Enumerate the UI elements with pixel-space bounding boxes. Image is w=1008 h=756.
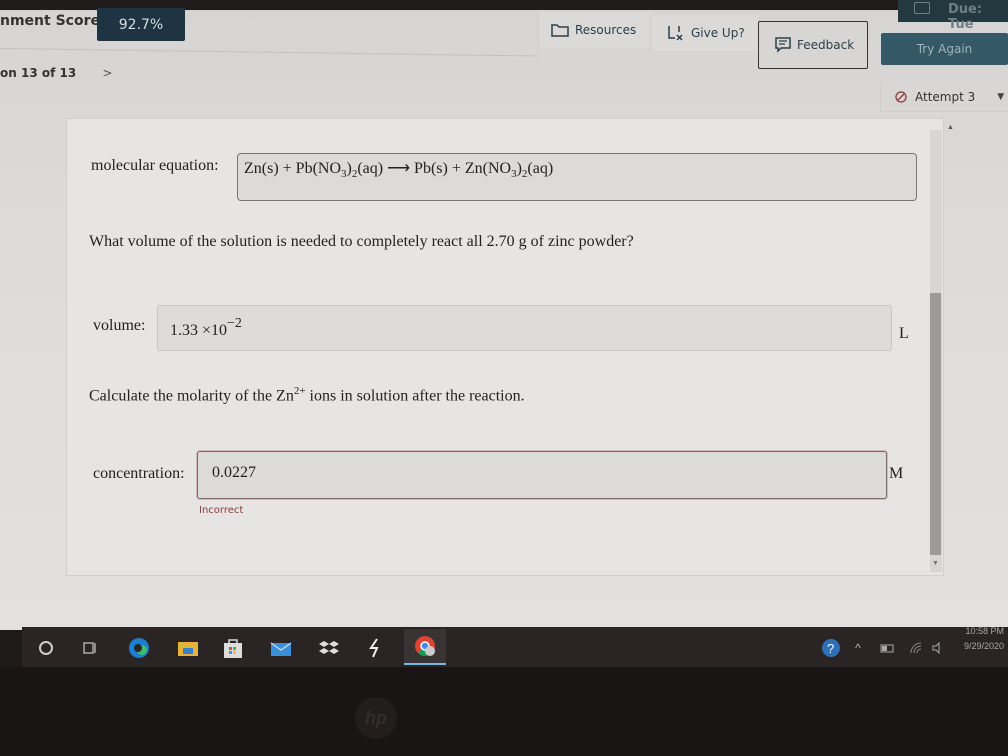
header-divider xyxy=(0,48,540,57)
give-up-button[interactable]: Give Up? xyxy=(650,15,758,51)
volume-input[interactable]: 1.33 ×10−2 xyxy=(157,305,892,351)
attempt-label: Attempt 3 xyxy=(915,89,976,104)
eq-part: (aq) xyxy=(357,160,384,177)
assignment-score-value: 92.7% xyxy=(97,8,185,41)
question-nav: on 13 of 13 > xyxy=(0,66,112,80)
concentration-label: concentration: xyxy=(93,465,185,482)
dropbox-icon[interactable] xyxy=(316,637,342,659)
resources-label: Resources xyxy=(575,23,637,37)
system-clock[interactable]: 10:58 PM 9/29/2020 xyxy=(964,624,1004,654)
volume-mantissa: 1.33 ×10 xyxy=(170,322,228,339)
concentration-input[interactable]: 0.0227 xyxy=(197,451,887,499)
scroll-up-arrow-icon[interactable]: ▲ xyxy=(947,124,954,131)
chevron-down-icon: ▼ xyxy=(997,91,1005,102)
mail-icon[interactable] xyxy=(268,637,294,659)
try-again-button[interactable]: Try Again xyxy=(881,33,1008,65)
molecular-equation-field[interactable]: Zn(s) + Pb(NO3)2(aq) ⟶ Pb(s) + Zn(NO3)2(… xyxy=(237,153,917,201)
windows-taskbar: ? ^ xyxy=(22,627,1008,667)
molarity-text: ions in solution after the reaction. xyxy=(305,387,525,405)
volume-question: What volume of the solution is needed to… xyxy=(89,233,634,250)
scroll-down-arrow-icon[interactable]: ▼ xyxy=(932,560,939,567)
attempt-dropdown[interactable]: Attempt 3 ▼ xyxy=(880,82,1008,112)
concentration-unit: M xyxy=(889,465,904,482)
volume-exponent: −2 xyxy=(227,316,242,331)
chevron-right-icon[interactable]: > xyxy=(102,66,112,80)
question-counter: on 13 of 13 xyxy=(0,66,77,80)
eq-part: Pb(s) + Zn(NO xyxy=(414,160,512,177)
svg-text:?: ? xyxy=(827,641,834,656)
feedback-label: Feedback xyxy=(797,38,855,52)
clock-date: 9/29/2020 xyxy=(963,641,1004,651)
no-entry-icon xyxy=(895,90,907,103)
edge-icon[interactable] xyxy=(126,637,152,659)
feedback-button[interactable]: Feedback xyxy=(758,21,868,69)
browser-screen: Due: Tue nment Score: 92.7% on 13 of 13 … xyxy=(0,0,1008,630)
molarity-question: Calculate the molarity of the Zn2+ ions … xyxy=(89,385,525,405)
chevron-up-icon[interactable]: ^ xyxy=(850,637,866,659)
give-up-label: Give Up? xyxy=(691,26,745,40)
reaction-arrow: ⟶ xyxy=(383,160,415,177)
laptop-bezel xyxy=(0,667,1008,756)
volume-icon[interactable] xyxy=(930,637,946,659)
help-icon[interactable]: ? xyxy=(820,637,842,659)
task-view-icon[interactable] xyxy=(80,637,100,659)
due-text: Due: Tue xyxy=(948,2,983,32)
search-circle-icon[interactable] xyxy=(36,637,56,659)
molarity-text: Calculate the molarity of the Zn xyxy=(89,387,294,405)
eq-part: (aq) xyxy=(527,160,554,177)
bolt-app-icon[interactable] xyxy=(364,637,386,659)
hp-logo: hp xyxy=(355,697,397,739)
chrome-icon[interactable] xyxy=(404,629,446,665)
folder-icon xyxy=(551,24,569,37)
calendar-icon xyxy=(914,2,930,14)
clock-time: 10:58 PM xyxy=(965,626,1004,636)
store-icon[interactable] xyxy=(220,637,246,659)
file-explorer-icon[interactable] xyxy=(175,637,201,659)
ion-charge: 2+ xyxy=(293,385,306,397)
feedback-icon xyxy=(775,37,791,53)
wifi-icon[interactable] xyxy=(908,637,924,659)
eq-part: Zn(s) + Pb(NO xyxy=(244,160,342,177)
due-date: Due: Tue xyxy=(898,0,1008,32)
incorrect-feedback: Incorrect xyxy=(199,505,244,516)
resources-button[interactable]: Resources xyxy=(538,12,650,48)
equation-label: molecular equation: xyxy=(91,157,219,174)
battery-icon[interactable] xyxy=(878,637,896,659)
question-panel: molecular equation: Zn(s) + Pb(NO3)2(aq)… xyxy=(66,118,944,576)
assignment-score-label: nment Score: xyxy=(0,13,106,29)
volume-label: volume: xyxy=(93,317,146,334)
give-up-icon xyxy=(668,26,683,41)
scrollbar-thumb[interactable] xyxy=(930,293,941,555)
volume-unit: L xyxy=(899,325,909,342)
